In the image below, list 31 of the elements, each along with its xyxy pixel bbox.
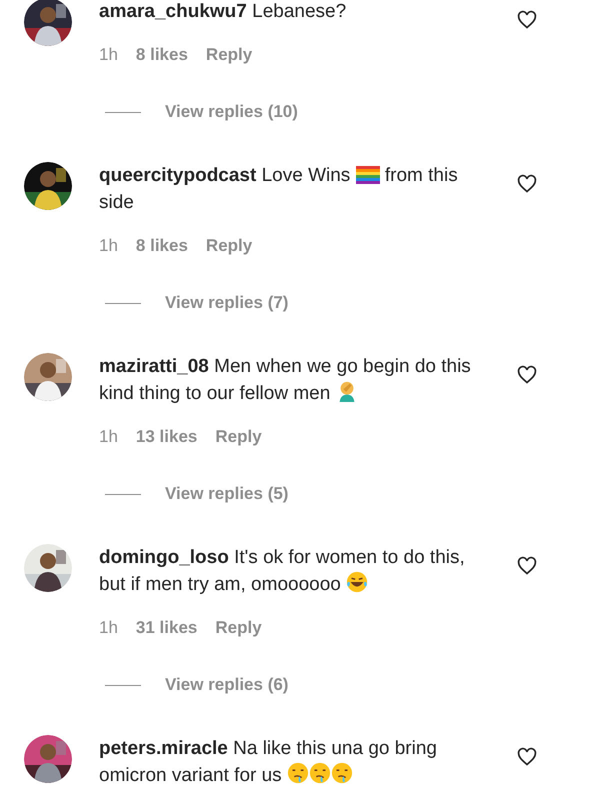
reply-button[interactable]: Reply (206, 236, 252, 256)
comment-text: domingo_loso It's ok for women to do this, but if men try am, omoooooo (99, 546, 466, 597)
reply-button[interactable]: Reply (215, 427, 262, 447)
view-replies-button[interactable]: View replies (5) (165, 484, 288, 504)
rainbow-flag-icon (356, 166, 380, 184)
view-replies-button[interactable]: View replies (10) (165, 102, 298, 122)
heart-icon[interactable] (517, 365, 537, 385)
reply-button[interactable]: Reply (215, 618, 262, 638)
likes-link[interactable]: 13 likes (136, 427, 198, 447)
timestamp: 1h (99, 236, 118, 256)
reply-button[interactable]: Reply (206, 45, 252, 65)
drooling-face-icon (286, 762, 309, 784)
comment-text: amara_chukwu7 Lebanese? (99, 0, 348, 24)
timestamp: 1h (99, 618, 118, 638)
view-replies-button[interactable]: View replies (6) (165, 675, 288, 695)
heart-icon[interactable] (517, 747, 537, 767)
comment-text: peters.miracle Na like this una go bring omicron variant for us (99, 737, 438, 788)
view-replies-button[interactable]: View replies (7) (165, 293, 288, 313)
likes-link[interactable]: 8 likes (136, 45, 188, 65)
timestamp: 1h (99, 45, 118, 65)
timestamp: 1h (99, 427, 118, 447)
laughing-face-icon (346, 571, 368, 593)
drooling-face-icon (308, 762, 331, 784)
comment-text: queercitypodcast Love Wins from this side (99, 164, 459, 215)
heart-icon[interactable] (517, 556, 537, 576)
likes-link[interactable]: 8 likes (136, 236, 188, 256)
drooling-face-icon (330, 762, 353, 784)
comment-text: maziratti_08 Men when we go begin do this kind thing to our fellow men (99, 355, 472, 406)
likes-link[interactable]: 31 likes (136, 618, 198, 638)
heart-icon[interactable] (517, 10, 537, 30)
heart-icon[interactable] (517, 174, 537, 194)
